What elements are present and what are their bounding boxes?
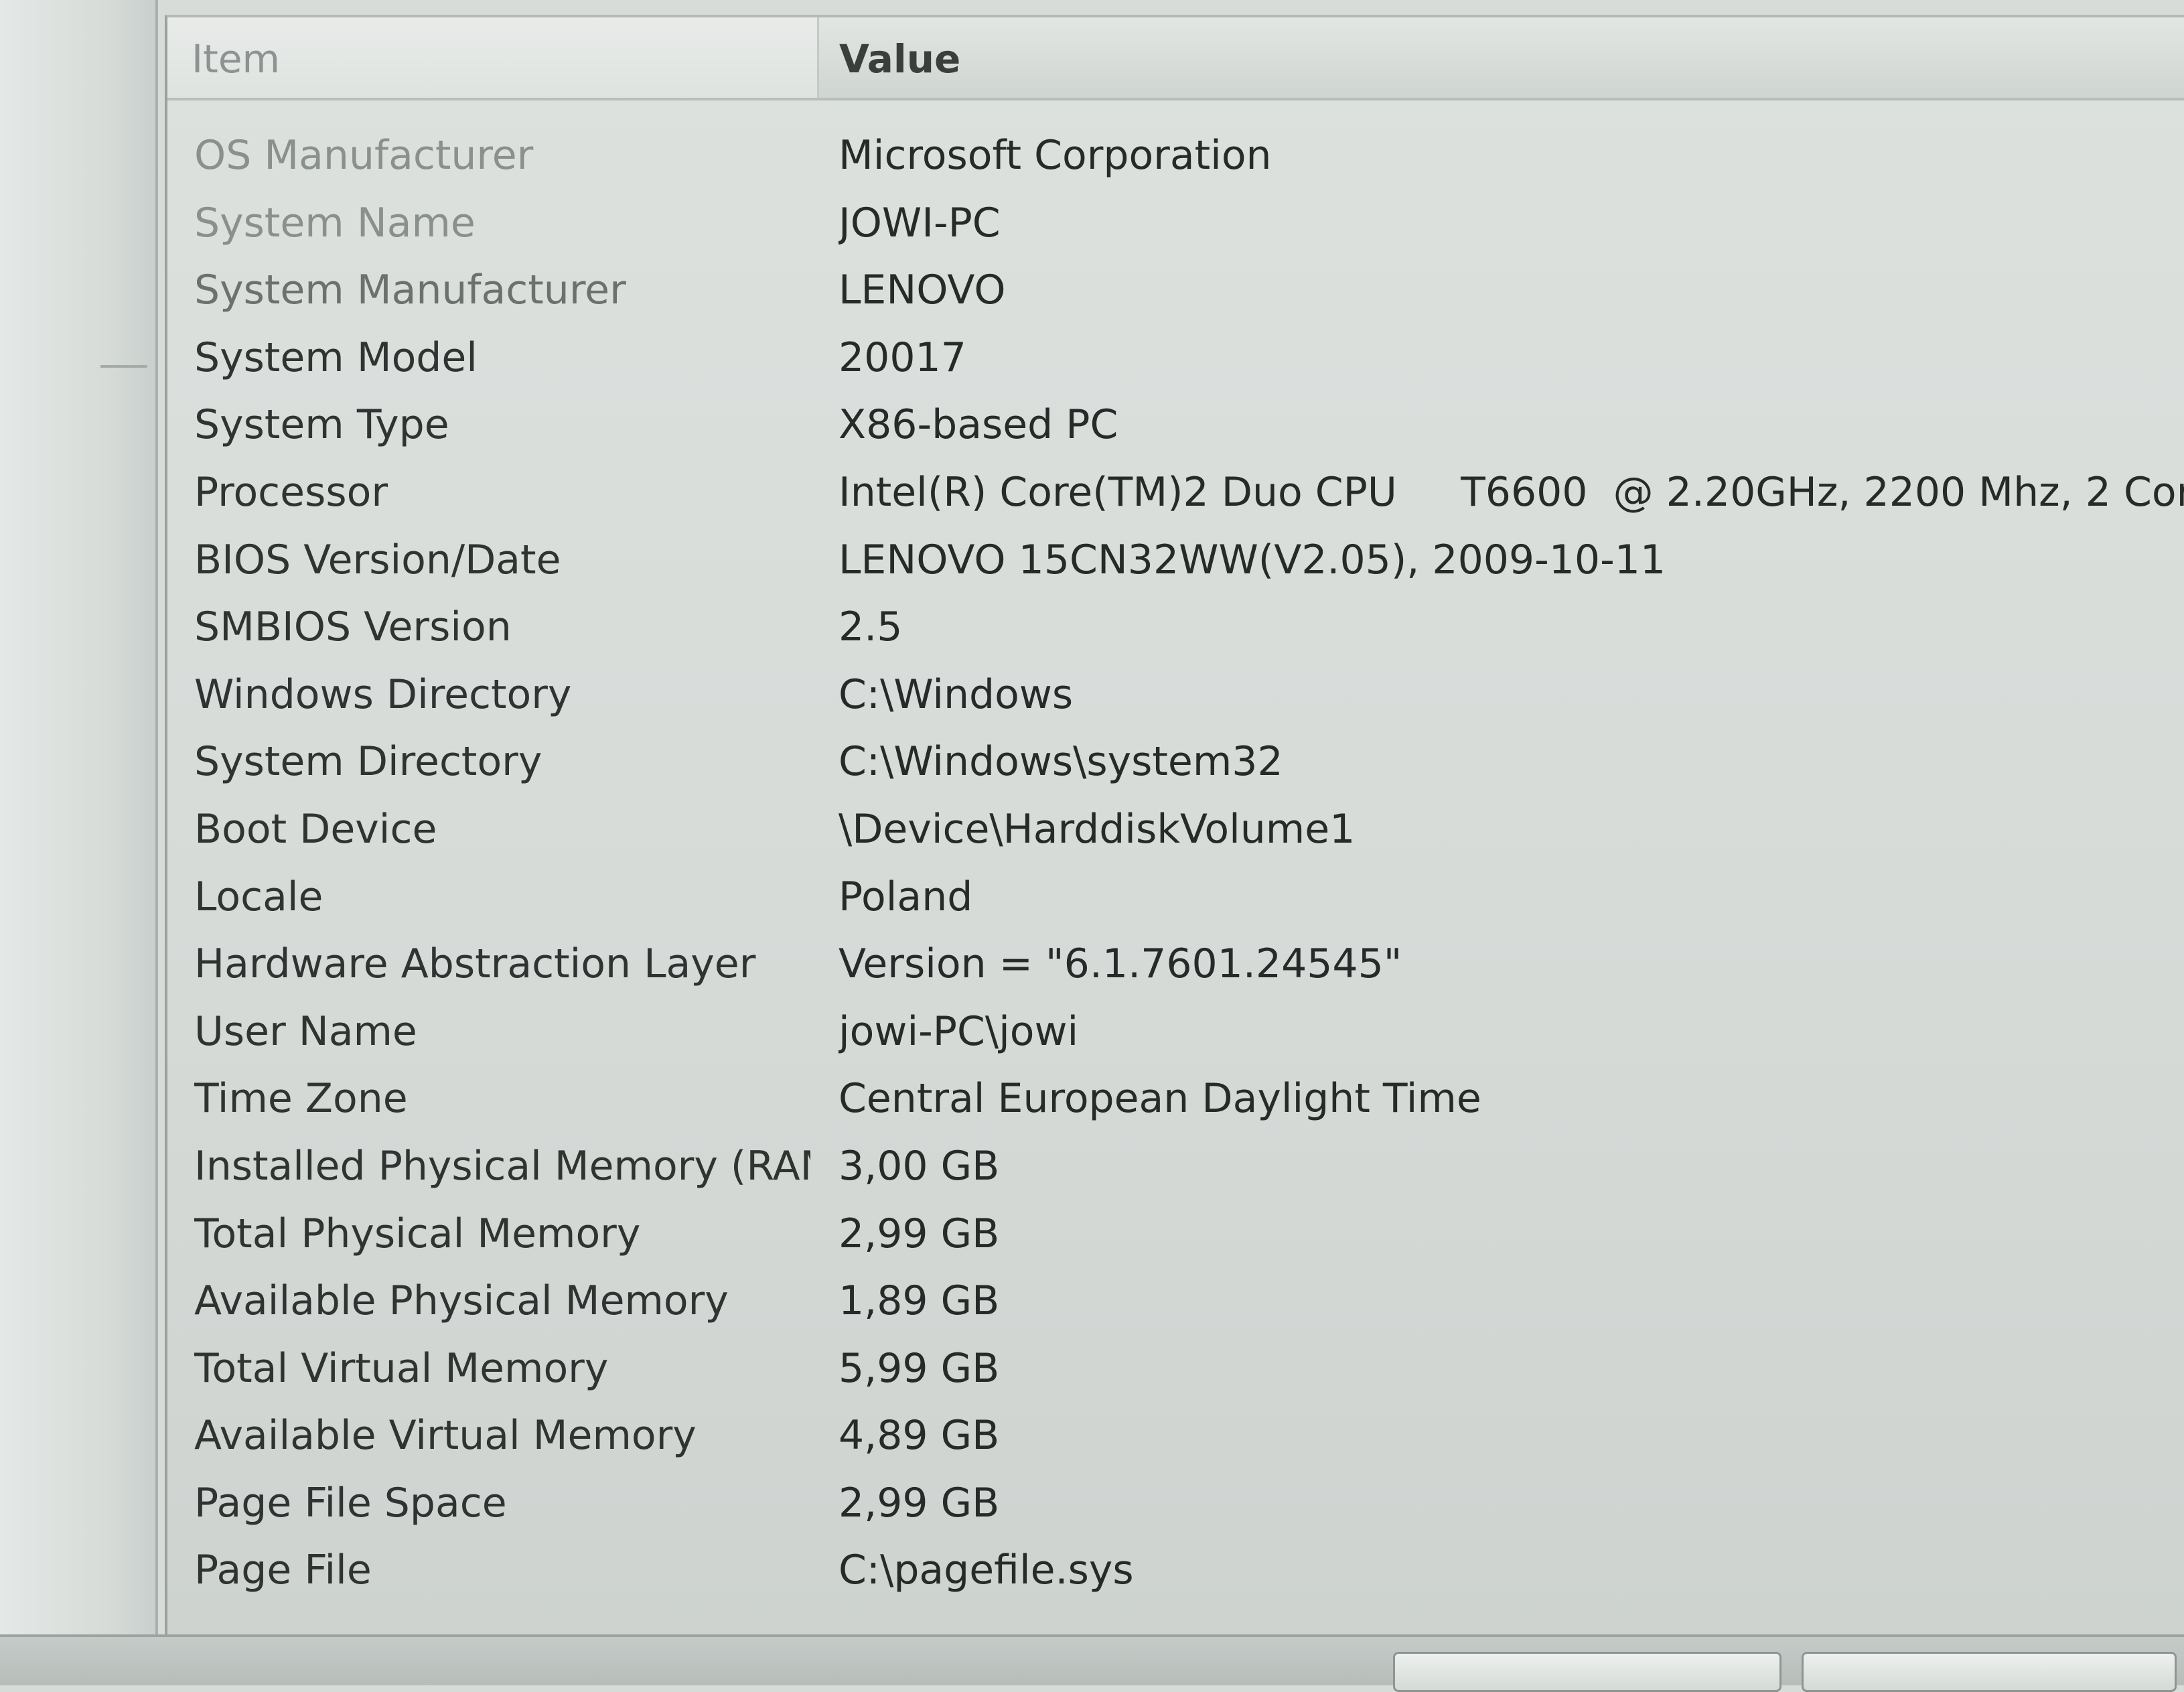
list-header: Item Value [167, 17, 2184, 100]
row-value: JOWI-PC [839, 199, 1001, 246]
row-item: Processor [194, 468, 388, 516]
row-value: Version = "6.1.7601.24545" [839, 940, 1402, 988]
table-row[interactable]: Page File Space 2,99 GB [167, 1470, 2184, 1537]
row-value: 1,89 GB [839, 1277, 1000, 1325]
row-item: Locale [194, 873, 323, 920]
navigation-pane [0, 0, 158, 1634]
row-value: Microsoft Corporation [839, 132, 1272, 179]
table-row[interactable]: Time Zone Central European Daylight Time [167, 1065, 2184, 1133]
row-item: System Type [194, 401, 449, 449]
list-rows: OS Manufacturer Microsoft Corporation Sy… [167, 122, 2184, 1604]
table-row[interactable]: Available Physical Memory 1,89 GB [167, 1267, 2184, 1335]
row-value: Central European Daylight Time [839, 1075, 1481, 1123]
row-value: C:\pagefile.sys [839, 1547, 1134, 1594]
table-row[interactable]: Total Physical Memory 2,99 GB [167, 1200, 2184, 1268]
row-item: Total Virtual Memory [194, 1344, 609, 1392]
row-value: C:\Windows\system32 [839, 738, 1283, 786]
row-value: 2,99 GB [839, 1479, 1000, 1527]
row-item: System Directory [194, 738, 542, 786]
table-row[interactable]: BIOS Version/Date LENOVO 15CN32WW(V2.05)… [167, 526, 2184, 594]
column-header-value[interactable]: Value [817, 17, 2184, 98]
table-row[interactable]: System Manufacturer LENOVO [167, 257, 2184, 324]
row-item: SMBIOS Version [194, 604, 512, 651]
table-row[interactable]: Boot Device \Device\HarddiskVolume1 [167, 796, 2184, 863]
row-value: 2.5 [839, 604, 903, 651]
table-row[interactable]: OS Manufacturer Microsoft Corporation [167, 122, 2184, 190]
row-value: LENOVO [839, 267, 1006, 314]
table-row[interactable]: Hardware Abstraction Layer Version = "6.… [167, 930, 2184, 998]
row-item: Total Physical Memory [194, 1210, 641, 1257]
row-item: Windows Directory [194, 671, 572, 718]
row-item: OS Manufacturer [194, 132, 534, 179]
table-row[interactable]: Available Virtual Memory 4,89 GB [167, 1402, 2184, 1470]
row-item: System Manufacturer [194, 267, 626, 314]
table-row[interactable]: Locale Poland [167, 863, 2184, 931]
row-value: 3,00 GB [839, 1142, 1000, 1190]
table-row[interactable]: System Model 20017 [167, 324, 2184, 392]
table-row[interactable]: Page File C:\pagefile.sys [167, 1537, 2184, 1604]
row-item: System Model [194, 334, 478, 381]
system-summary-list[interactable]: Item Value OS Manufacturer Microsoft Cor… [165, 15, 2184, 1637]
row-value: jowi-PC\jowi [839, 1007, 1079, 1055]
row-value: Poland [839, 873, 973, 920]
table-row[interactable]: Windows Directory C:\Windows [167, 661, 2184, 729]
table-row[interactable]: Installed Physical Memory (RAM) 3,00 GB [167, 1133, 2184, 1200]
row-item: Time Zone [194, 1075, 408, 1123]
row-value: LENOVO 15CN32WW(V2.05), 2009-10-11 [839, 536, 1666, 583]
column-header-item[interactable]: Item [167, 17, 817, 98]
table-row[interactable]: System Name JOWI-PC [167, 190, 2184, 257]
toolbar-button[interactable] [1393, 1652, 1781, 1692]
row-item: Hardware Abstraction Layer [194, 940, 756, 988]
row-item: Available Virtual Memory [194, 1412, 697, 1460]
row-value: \Device\HarddiskVolume1 [839, 805, 1356, 853]
row-value: 2,99 GB [839, 1210, 1000, 1257]
table-row[interactable]: SMBIOS Version 2.5 [167, 593, 2184, 661]
table-row[interactable]: Processor Intel(R) Core(TM)2 Duo CPU T66… [167, 459, 2184, 526]
table-row[interactable]: Total Virtual Memory 5,99 GB [167, 1335, 2184, 1403]
table-row[interactable]: User Name jowi-PC\jowi [167, 998, 2184, 1066]
row-value: C:\Windows [839, 671, 1074, 718]
row-item: Page File [194, 1547, 372, 1594]
row-item: Boot Device [194, 805, 437, 853]
row-item: Available Physical Memory [194, 1277, 729, 1325]
row-value: Intel(R) Core(TM)2 Duo CPU T6600 @ 2.20G… [839, 468, 2184, 516]
row-item: User Name [194, 1007, 417, 1055]
row-item: BIOS Version/Date [194, 536, 561, 583]
bottom-toolbar [0, 1634, 2184, 1692]
row-item: Installed Physical Memory (RAM) [194, 1142, 810, 1190]
row-item: System Name [194, 199, 476, 246]
row-value: 4,89 GB [839, 1412, 1000, 1460]
table-row[interactable]: System Directory C:\Windows\system32 [167, 728, 2184, 796]
row-value: 5,99 GB [839, 1344, 1000, 1392]
row-value: 20017 [839, 334, 966, 381]
table-row[interactable]: System Type X86-based PC [167, 391, 2184, 459]
row-item: Page File Space [194, 1479, 507, 1527]
tree-connector [100, 365, 147, 368]
row-value: X86-based PC [839, 401, 1118, 449]
toolbar-button[interactable] [1802, 1652, 2177, 1692]
